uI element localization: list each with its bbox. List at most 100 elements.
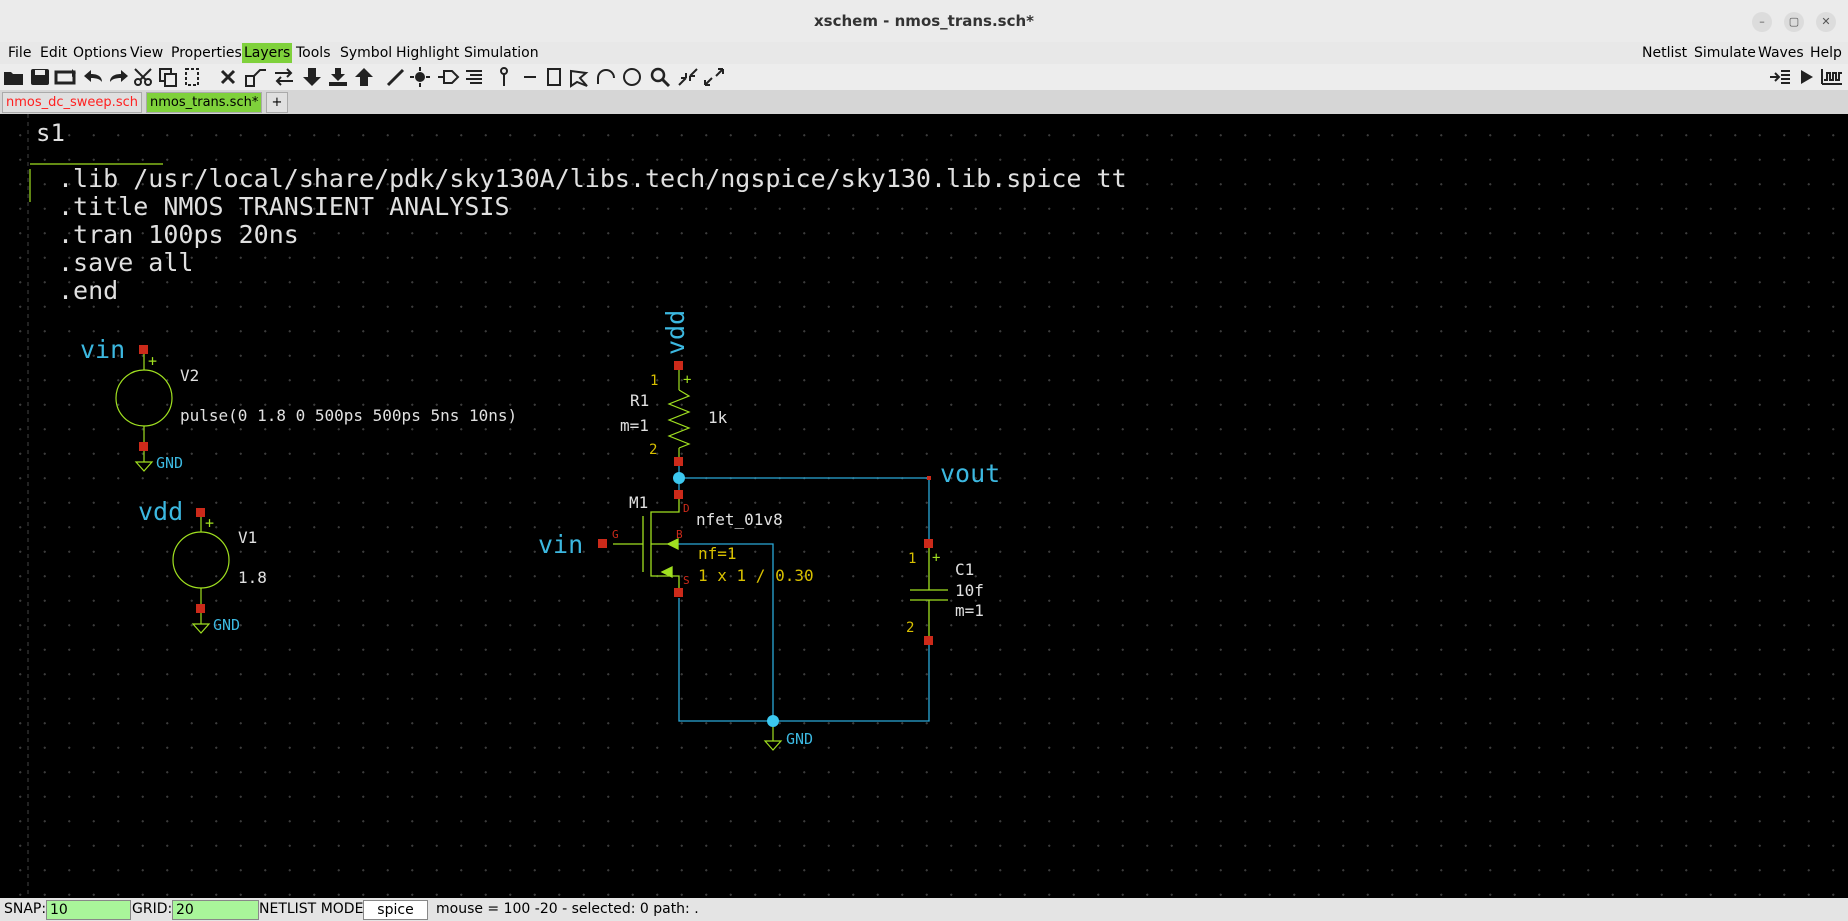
- r1-pin2: 2: [649, 442, 657, 458]
- draw-rect-icon[interactable]: [542, 66, 566, 88]
- tab-bar: nmos_dc_sweep.sch nmos_trans.sch* +: [0, 90, 1848, 114]
- m1-pin-d: D: [683, 502, 690, 515]
- netlist-mode-label: NETLIST MODE:: [259, 901, 369, 917]
- tab-nmos-trans[interactable]: nmos_trans.sch*: [146, 92, 263, 113]
- search-icon[interactable]: [648, 66, 672, 88]
- zoom-in-icon[interactable]: [676, 66, 700, 88]
- v2-net-label: vin: [80, 335, 125, 364]
- cut-icon[interactable]: [132, 66, 156, 88]
- netlist-tool-icon[interactable]: [1768, 66, 1792, 88]
- r1-resistor[interactable]: +: [667, 361, 691, 466]
- gnd-symbol[interactable]: [763, 727, 783, 751]
- v2-gnd-label: GND: [156, 454, 183, 472]
- menu-properties[interactable]: Properties: [169, 43, 244, 63]
- v1-net-label: vdd: [138, 497, 183, 526]
- redo-icon[interactable]: [106, 66, 130, 88]
- wires[interactable]: [668, 466, 930, 722]
- draw-line-icon[interactable]: [518, 66, 542, 88]
- code-block-name[interactable]: s1: [36, 119, 65, 147]
- help-button[interactable]: Help: [1808, 43, 1844, 63]
- open-folder-icon[interactable]: [2, 66, 26, 88]
- place-symbol-icon[interactable]: [244, 66, 268, 88]
- new-tab-button[interactable]: +: [266, 92, 288, 113]
- m1-model: nfet_01v8: [696, 510, 783, 529]
- draw-arc-icon[interactable]: [594, 66, 618, 88]
- vout-net-label: vout: [940, 459, 1000, 488]
- draw-circle-icon[interactable]: [620, 66, 644, 88]
- grid-label: GRID:: [132, 901, 173, 917]
- code-line: .end: [58, 276, 118, 305]
- menu-symbol[interactable]: Symbol: [338, 43, 394, 63]
- draw-polygon-icon[interactable]: [568, 66, 592, 88]
- junction-dot: [673, 472, 685, 484]
- title-bar: xschem - nmos_trans.sch* – ▢ ✕: [0, 0, 1848, 43]
- v1-voltage-source[interactable]: +: [172, 508, 230, 634]
- save-icon[interactable]: [28, 66, 52, 88]
- m1-pin-b: B: [676, 528, 683, 541]
- window-title: xschem - nmos_trans.sch*: [813, 12, 1035, 30]
- menu-bar: File Edit Options View Properties Layers…: [0, 42, 1848, 64]
- v2-name: V2: [180, 366, 199, 385]
- tab-nmos-dc-sweep[interactable]: nmos_dc_sweep.sch: [2, 92, 142, 113]
- r1-value: 1k: [708, 408, 728, 427]
- highlight-net-icon[interactable]: [408, 66, 432, 88]
- code-line: .lib /usr/local/share/pdk/sky130A/libs.t…: [58, 164, 1127, 193]
- menu-layers[interactable]: Layers: [242, 43, 293, 63]
- v1-name: V1: [238, 528, 257, 547]
- vout-pin-marker: [927, 476, 931, 480]
- minimize-icon[interactable]: –: [1752, 12, 1772, 32]
- r1-name: R1: [630, 391, 649, 410]
- status-bar: SNAP: 10 GRID: 20 NETLIST MODE: spice mo…: [0, 898, 1848, 921]
- delete-icon[interactable]: [216, 66, 240, 88]
- insert-pin-icon[interactable]: [436, 66, 460, 88]
- r1-pin1: 1: [650, 373, 658, 389]
- go-up-icon[interactable]: [352, 66, 376, 88]
- netlist-button[interactable]: Netlist: [1640, 43, 1689, 63]
- bottom-gnd-label: GND: [786, 730, 813, 748]
- simulate-button[interactable]: Simulate: [1692, 43, 1758, 63]
- snap-label: SNAP:: [4, 901, 47, 917]
- r1-vdd-label: vdd: [661, 310, 690, 355]
- m1-pin-s: S: [683, 574, 690, 587]
- menu-options[interactable]: Options: [71, 43, 129, 63]
- v1-gnd-label: GND: [213, 616, 240, 634]
- draw-wire-icon[interactable]: [384, 66, 408, 88]
- menu-file[interactable]: File: [6, 43, 33, 63]
- simulate-play-icon[interactable]: [1794, 66, 1818, 88]
- descend-icon[interactable]: [326, 66, 350, 88]
- c1-pin2: 2: [906, 620, 914, 636]
- reload-icon[interactable]: [54, 66, 78, 88]
- waves-icon[interactable]: [1820, 66, 1844, 88]
- netlist-mode-select[interactable]: spice: [363, 900, 428, 920]
- menu-highlight[interactable]: Highlight: [394, 43, 461, 63]
- copy-icon[interactable]: [156, 66, 180, 88]
- code-line: .save all: [58, 248, 193, 277]
- paste-icon[interactable]: [180, 66, 204, 88]
- c1-pin1: 1: [908, 551, 916, 567]
- schematic-canvas[interactable]: s1 .lib /usr/local/share/pdk/sky130A/lib…: [0, 114, 1848, 898]
- undo-icon[interactable]: [82, 66, 106, 88]
- menu-tools[interactable]: Tools: [294, 43, 333, 63]
- netlist-list-icon[interactable]: [462, 66, 486, 88]
- maximize-icon[interactable]: ▢: [1784, 12, 1804, 32]
- swap-icon[interactable]: [272, 66, 296, 88]
- m1-gate-net-label: vin: [538, 530, 583, 559]
- zoom-full-icon[interactable]: [702, 66, 726, 88]
- probe-icon[interactable]: [492, 66, 516, 88]
- v2-value: pulse(0 1.8 0 500ps 500ps 5ns 10ns): [180, 406, 517, 425]
- svg-text:+: +: [683, 372, 691, 388]
- snap-input[interactable]: 10: [46, 900, 131, 920]
- junction-dot: [767, 715, 779, 727]
- menu-edit[interactable]: Edit: [38, 43, 69, 63]
- m1-nf: nf=1: [698, 544, 737, 563]
- push-down-icon[interactable]: [300, 66, 324, 88]
- menu-view[interactable]: View: [128, 43, 165, 63]
- m1-name: M1: [629, 493, 648, 512]
- status-message: mouse = 100 -20 - selected: 0 path: .: [436, 901, 699, 917]
- c1-name: C1: [955, 560, 974, 579]
- grid-input[interactable]: 20: [172, 900, 259, 920]
- code-line: .tran 100ps 20ns: [58, 220, 299, 249]
- close-icon[interactable]: ✕: [1816, 12, 1836, 32]
- waves-button[interactable]: Waves: [1756, 43, 1806, 63]
- menu-simulation[interactable]: Simulation: [462, 43, 541, 63]
